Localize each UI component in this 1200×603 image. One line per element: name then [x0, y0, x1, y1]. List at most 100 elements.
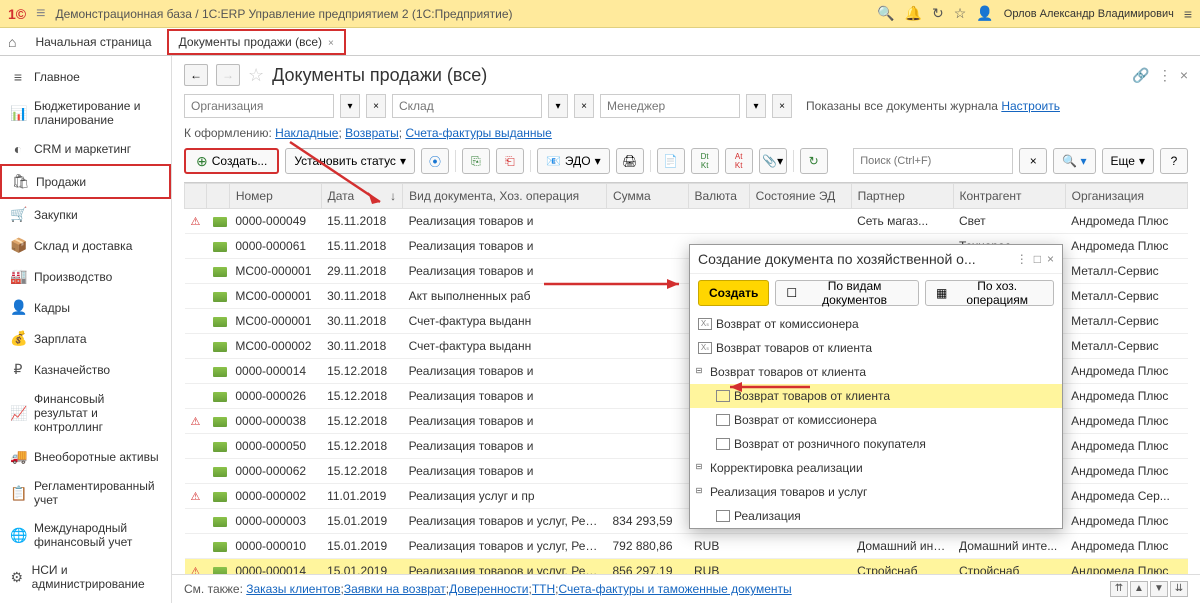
tb-dt-kt[interactable]: DtKt [691, 148, 719, 174]
configure-link[interactable]: Настроить [1001, 99, 1060, 113]
footer-l4[interactable]: ТТН [532, 582, 555, 596]
more-icon[interactable]: ≡ [1184, 6, 1192, 22]
search-go[interactable]: 🔍 ▾ [1053, 148, 1095, 174]
popup-item[interactable]: Возврат от розничного покупателя [690, 432, 1062, 456]
tb-doc[interactable]: 📄 [657, 148, 685, 174]
sidebar-item-8[interactable]: 💰Зарплата [0, 323, 171, 354]
popup-item[interactable]: Реализация товаров и услуг [690, 480, 1062, 504]
tab-sales-docs[interactable]: Документы продажи (все)× [167, 29, 346, 55]
footer-l3[interactable]: Доверенности [449, 582, 528, 596]
sidebar-item-5[interactable]: 📦Склад и доставка [0, 230, 171, 261]
manager-dropdown[interactable]: ▾ [746, 94, 766, 118]
footer-l5[interactable]: Счета-фактуры и таможенные документы [558, 582, 791, 596]
sidebar-item-10[interactable]: 📈Финансовый результат и контроллинг [0, 385, 171, 441]
manager-clear[interactable]: × [772, 94, 792, 118]
sklad-clear[interactable]: × [574, 94, 594, 118]
sidebar-item-0[interactable]: ≡Главное [0, 62, 171, 92]
print-button[interactable]: 🖨 [616, 148, 644, 174]
col-header[interactable]: Состояние ЭД [749, 184, 851, 209]
org-clear[interactable]: × [366, 94, 386, 118]
popup-create-button[interactable]: Создать [698, 280, 769, 306]
popup-item[interactable]: Корректировка реализации [690, 456, 1062, 480]
col-header[interactable]: Номер [229, 184, 321, 209]
kebab-icon[interactable]: ⋮ [1158, 67, 1172, 84]
popup-item[interactable]: Возврат товаров от клиента [690, 336, 1062, 360]
col-header[interactable]: Контрагент [953, 184, 1065, 209]
col-header[interactable]: Партнер [851, 184, 953, 209]
sidebar-item-7[interactable]: 👤Кадры [0, 292, 171, 323]
popup-item[interactable]: Возврат от комиссионера [690, 312, 1062, 336]
nakladnye-link[interactable]: Накладные [275, 126, 338, 140]
col-header[interactable]: Организация [1065, 184, 1187, 209]
search-input[interactable] [853, 148, 1013, 174]
col-header[interactable]: Дата ↓ [321, 184, 403, 209]
tb-attach[interactable]: 📎▾ [759, 148, 787, 174]
footer-l1[interactable]: Заказы клиентов [246, 582, 340, 596]
star-icon[interactable]: ☆ [954, 5, 967, 22]
table-row[interactable]: 0000-00001015.01.2019Реализация товаров … [185, 534, 1188, 559]
popup-kebab-icon[interactable]: ⋮ [1016, 252, 1028, 266]
search-icon[interactable]: 🔍 [877, 5, 894, 22]
col-header[interactable]: Валюта [688, 184, 749, 209]
popup-item[interactable]: Возврат от комиссионера [690, 408, 1062, 432]
tb-at-kt[interactable]: AtKt [725, 148, 753, 174]
popup-item[interactable]: Реализация [690, 504, 1062, 528]
popup-item[interactable]: Возврат товаров от клиента [690, 360, 1062, 384]
sidebar-item-4[interactable]: 🛒Закупки [0, 199, 171, 230]
edo-button[interactable]: 📧 ЭДО ▾ [537, 148, 610, 174]
nav-first[interactable]: ⇈ [1110, 581, 1128, 597]
back-button[interactable]: ← [184, 64, 208, 86]
sidebar-item-3[interactable]: 🛍Продажи [0, 164, 171, 199]
tb-icon-1[interactable]: ⦿ [421, 148, 449, 174]
vozvraty-link[interactable]: Возвраты [345, 126, 399, 140]
menu-icon[interactable]: ≡ [36, 5, 45, 23]
bell-icon[interactable]: 🔔 [905, 5, 922, 22]
popup-max-icon[interactable]: □ [1034, 252, 1041, 266]
sidebar-item-12[interactable]: 📋Регламентированный учет [0, 472, 171, 514]
forward-button[interactable]: → [216, 64, 240, 86]
sidebar-item-1[interactable]: 📊Бюджетирование и планирование [0, 92, 171, 134]
sidebar-item-11[interactable]: 🚚Внеоборотные активы [0, 441, 171, 472]
nav-up[interactable]: ▲ [1130, 581, 1148, 597]
user-name[interactable]: Орлов Александр Владимирович [1004, 8, 1174, 20]
col-header[interactable] [185, 184, 207, 209]
link-icon[interactable]: 🔗 [1132, 67, 1149, 84]
footer-l2[interactable]: Заявки на возврат [344, 582, 446, 596]
favorite-icon[interactable]: ☆ [248, 65, 264, 86]
popup-item[interactable]: Возврат товаров от клиента [690, 384, 1062, 408]
sidebar-item-9[interactable]: ₽Казначейство [0, 354, 171, 385]
popup-close-icon[interactable]: × [1047, 252, 1054, 266]
sidebar-item-2[interactable]: ◐CRM и маркетинг [0, 134, 171, 164]
org-filter[interactable] [184, 94, 334, 118]
sklad-filter[interactable] [392, 94, 542, 118]
create-button[interactable]: Создать... [184, 148, 279, 174]
user-icon[interactable]: 👤 [976, 5, 993, 22]
nav-last[interactable]: ⇊ [1170, 581, 1188, 597]
col-header[interactable] [207, 184, 229, 209]
nav-down[interactable]: ▼ [1150, 581, 1168, 597]
history-icon[interactable]: ↻ [932, 5, 944, 22]
set-status-button[interactable]: Установить статус ▾ [285, 148, 415, 174]
sklad-dropdown[interactable]: ▾ [548, 94, 568, 118]
home-icon[interactable]: ⌂ [8, 34, 16, 50]
tb-paste[interactable]: ⎗ [496, 148, 524, 174]
tb-copy[interactable]: ⎘ [462, 148, 490, 174]
org-dropdown[interactable]: ▾ [340, 94, 360, 118]
popup-byop-button[interactable]: ▦ По хоз. операциям [925, 280, 1054, 306]
sidebar-item-6[interactable]: 🏭Производство [0, 261, 171, 292]
search-clear[interactable]: × [1019, 148, 1047, 174]
col-header[interactable]: Сумма [606, 184, 688, 209]
close-icon[interactable]: × [1180, 67, 1188, 83]
sidebar-item-14[interactable]: ⚙НСИ и администрирование [0, 556, 171, 598]
table-row[interactable]: 0000-00001415.01.2019Реализация товаров … [185, 559, 1188, 575]
schet-faktury-link[interactable]: Счета-фактуры выданные [405, 126, 551, 140]
col-header[interactable]: Вид документа, Хоз. операция [403, 184, 607, 209]
close-icon[interactable]: × [328, 38, 334, 49]
refresh-button[interactable]: ↻ [800, 148, 828, 174]
manager-filter[interactable] [600, 94, 740, 118]
table-row[interactable]: 0000-00004915.11.2018Реализация товаров … [185, 209, 1188, 234]
sidebar-item-13[interactable]: 🌐Международный финансовый учет [0, 514, 171, 556]
tab-home[interactable]: Начальная страница [24, 30, 162, 54]
more-button[interactable]: Еще ▾ [1102, 148, 1154, 174]
help-button[interactable]: ? [1160, 148, 1188, 174]
